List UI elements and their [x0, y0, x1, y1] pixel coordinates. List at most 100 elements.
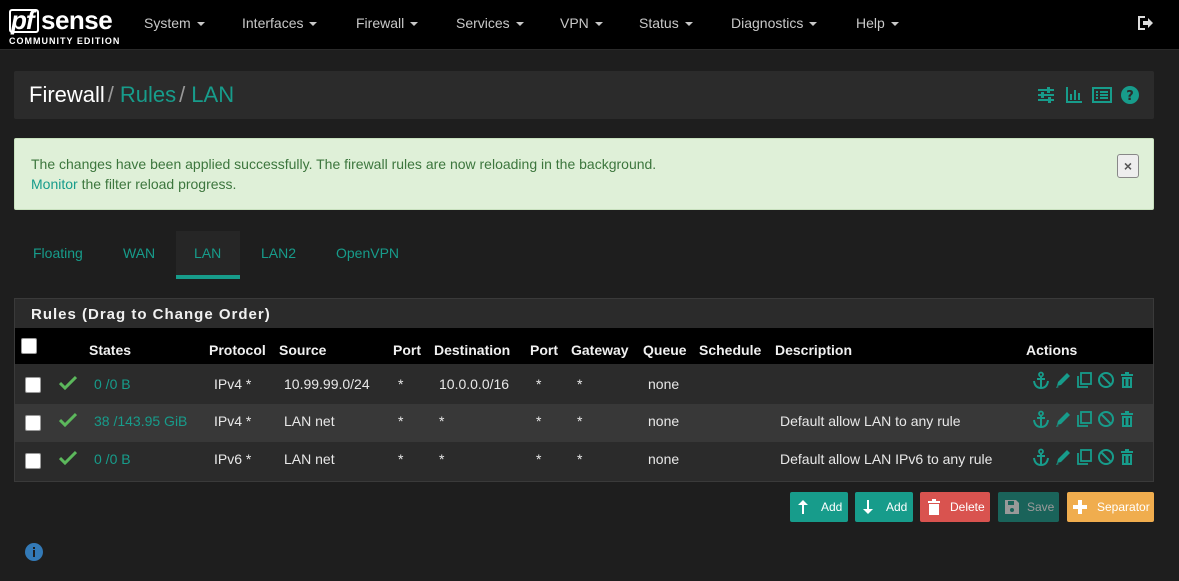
ban-icon[interactable]: [1097, 448, 1115, 466]
row-destination: *: [439, 451, 445, 467]
breadcrumb-panel: Firewall / Rules / LAN ?: [14, 71, 1154, 119]
nav-vpn-label: VPN: [560, 15, 589, 31]
breadcrumb-rules-link[interactable]: Rules: [120, 82, 176, 107]
col-source-port: Port: [393, 342, 421, 358]
col-schedule: Schedule: [699, 342, 762, 358]
rules-title: Rules (Drag to Change Order): [31, 306, 271, 323]
logout-icon[interactable]: [1136, 14, 1154, 32]
pencil-icon[interactable]: [1054, 448, 1072, 466]
breadcrumb: Firewall / Rules / LAN: [29, 82, 234, 108]
tab-floating[interactable]: Floating: [33, 245, 83, 261]
nav-system-label: System: [144, 15, 191, 31]
table-row[interactable]: 0 /0 B IPv4 * 10.99.99.0/24 * 10.0.0.0/1…: [15, 365, 1153, 403]
row-source-port: *: [398, 376, 404, 392]
delete-label: Delete: [950, 500, 985, 514]
caret-down-icon: [684, 22, 693, 27]
caret-down-icon: [594, 22, 603, 27]
plus-icon: [1073, 500, 1087, 514]
separator-label: Separator: [1097, 500, 1150, 514]
copy-icon[interactable]: [1075, 371, 1093, 389]
info-icon[interactable]: [24, 542, 44, 562]
pencil-icon[interactable]: [1054, 371, 1072, 389]
row-states[interactable]: 38 /143.95 GiB: [94, 413, 187, 429]
row-states[interactable]: 0 /0 B: [94, 376, 131, 392]
row-destination: 10.0.0.0/16: [439, 376, 510, 392]
row-source: 10.99.99.0/24: [284, 376, 370, 392]
col-states: States: [89, 342, 132, 358]
nav-help-label: Help: [856, 15, 885, 31]
save-label: Save: [1027, 500, 1055, 514]
pfsense-logo[interactable]: pf sense COMMUNITY EDITION: [9, 5, 119, 47]
nav-firewall[interactable]: Firewall: [356, 15, 419, 31]
tab-lan2[interactable]: LAN2: [261, 245, 296, 261]
col-gateway: Gateway: [571, 342, 629, 358]
nav-interfaces-label: Interfaces: [242, 15, 304, 31]
row-checkbox[interactable]: [25, 453, 41, 469]
copy-icon[interactable]: [1075, 410, 1093, 428]
row-gateway: *: [577, 451, 583, 467]
nav-firewall-label: Firewall: [356, 15, 405, 31]
nav-diagnostics[interactable]: Diagnostics: [731, 15, 818, 31]
row-protocol: IPv4 *: [214, 376, 252, 392]
nav-vpn[interactable]: VPN: [560, 15, 603, 31]
row-source: LAN net: [284, 451, 335, 467]
add-rule-bottom-button[interactable]: Add: [855, 492, 913, 522]
anchor-icon[interactable]: [1032, 448, 1050, 466]
tab-wan[interactable]: WAN: [123, 245, 155, 261]
table-row[interactable]: 0 /0 B IPv6 * LAN net * * * * none Defau…: [15, 442, 1153, 480]
floppy-disk-icon: [1005, 500, 1019, 514]
monitor-link[interactable]: Monitor: [31, 176, 78, 192]
row-source: LAN net: [284, 413, 335, 429]
row-dest-port: *: [536, 451, 542, 467]
nav-services-label: Services: [456, 15, 510, 31]
row-dest-port: *: [536, 413, 542, 429]
select-all-checkbox[interactable]: [21, 338, 37, 354]
row-queue: none: [648, 451, 680, 467]
trash-icon: [928, 499, 940, 515]
top-navbar: pf sense COMMUNITY EDITION System Interf…: [0, 0, 1179, 50]
anchor-icon[interactable]: [1032, 410, 1050, 428]
bar-chart-icon[interactable]: [1064, 85, 1084, 105]
logo-edition-text: COMMUNITY EDITION: [9, 36, 121, 46]
breadcrumb-separator: /: [107, 82, 114, 107]
row-checkbox[interactable]: [25, 415, 41, 431]
tab-openvpn[interactable]: OpenVPN: [336, 245, 399, 261]
col-dest-port: Port: [530, 342, 558, 358]
pencil-icon[interactable]: [1054, 410, 1072, 428]
nav-help[interactable]: Help: [856, 15, 899, 31]
row-checkbox[interactable]: [25, 377, 41, 393]
breadcrumb-lan-link[interactable]: LAN: [191, 82, 234, 107]
alert-close-button[interactable]: ×: [1117, 154, 1139, 178]
copy-icon[interactable]: [1075, 448, 1093, 466]
anchor-icon[interactable]: [1032, 371, 1050, 389]
col-source: Source: [279, 342, 327, 358]
add-separator-button[interactable]: Separator: [1067, 492, 1154, 522]
col-queue: Queue: [643, 342, 687, 358]
row-gateway: *: [577, 376, 583, 392]
list-icon[interactable]: [1092, 85, 1112, 105]
ban-icon[interactable]: [1097, 371, 1115, 389]
trash-icon[interactable]: [1118, 448, 1136, 466]
nav-status-label: Status: [639, 15, 679, 31]
breadcrumb-firewall: Firewall: [29, 82, 105, 107]
save-button[interactable]: Save: [998, 492, 1059, 522]
add-rule-top-button[interactable]: Add: [790, 492, 848, 522]
table-row[interactable]: 38 /143.95 GiB IPv4 * LAN net * * * * no…: [15, 404, 1153, 442]
row-states[interactable]: 0 /0 B: [94, 451, 131, 467]
tab-lan[interactable]: LAN: [194, 245, 221, 261]
nav-system[interactable]: System: [144, 15, 205, 31]
nav-interfaces[interactable]: Interfaces: [242, 15, 318, 31]
trash-icon[interactable]: [1118, 410, 1136, 428]
caret-down-icon: [410, 22, 419, 27]
nav-status[interactable]: Status: [639, 15, 693, 31]
sliders-icon[interactable]: [1036, 85, 1056, 105]
help-icon[interactable]: ?: [1120, 85, 1140, 105]
alert-message: The changes have been applied successful…: [31, 156, 657, 172]
trash-icon[interactable]: [1118, 371, 1136, 389]
ban-icon[interactable]: [1097, 410, 1115, 428]
nav-services[interactable]: Services: [456, 15, 524, 31]
row-protocol: IPv4 *: [214, 413, 252, 429]
svg-text:?: ?: [1126, 89, 1134, 104]
row-queue: none: [648, 376, 680, 392]
delete-button[interactable]: Delete: [920, 492, 990, 522]
